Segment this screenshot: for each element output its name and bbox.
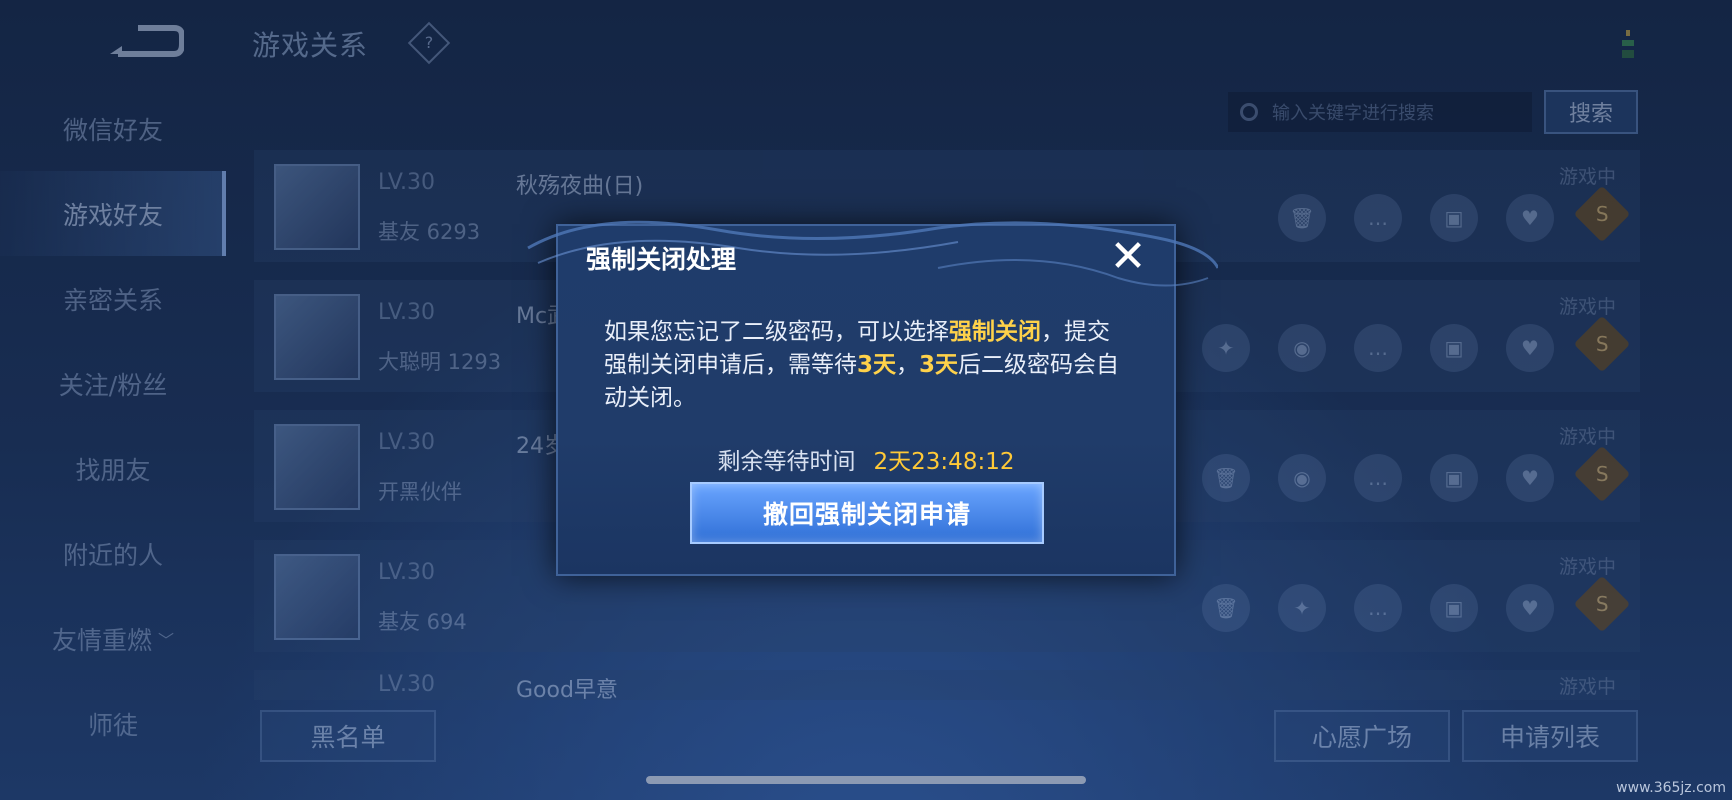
search-icon: [1240, 103, 1258, 121]
status-label: 游戏中: [1558, 426, 1616, 448]
row-actions: 🗑 … ▣ ♥ S: [1278, 185, 1631, 243]
status-label: 游戏中: [1558, 676, 1616, 698]
status-label: 游戏中: [1558, 556, 1616, 578]
card-icon[interactable]: ♥: [1506, 324, 1554, 372]
list-item[interactable]: LV.30 Good早意 游戏中: [254, 670, 1640, 700]
relation-label: 开黑伙伴: [378, 480, 462, 504]
sidebar-item-label: 友情重燃: [51, 625, 152, 655]
help-label: ?: [424, 33, 434, 52]
chat-icon[interactable]: …: [1354, 454, 1402, 502]
search-placeholder: 输入关键字进行搜索: [1272, 103, 1434, 124]
row-actions: 🗑 ◉ … ▣ ♥ S: [1202, 445, 1631, 503]
chat-icon[interactable]: …: [1354, 584, 1402, 632]
gift-icon[interactable]: ▣: [1430, 584, 1478, 632]
gift-icon[interactable]: ▣: [1430, 324, 1478, 372]
sidebar: 微信好友 游戏好友 亲密关系 关注/粉丝 找朋友 附近的人 友情重燃 ﹀ 师徒: [0, 86, 226, 776]
spectate-icon[interactable]: ◉: [1278, 454, 1326, 502]
message-text: 如果您忘记了二级密码，可以选择: [604, 319, 949, 345]
home-indicator[interactable]: [646, 776, 1086, 784]
watermark: www.365jz.com: [1616, 780, 1726, 796]
delete-icon[interactable]: 🗑: [1278, 194, 1326, 242]
spectate-icon[interactable]: ◉: [1278, 324, 1326, 372]
search-input[interactable]: 输入关键字进行搜索: [1228, 92, 1532, 132]
invite-icon[interactable]: ✦: [1202, 324, 1250, 372]
game-relations-screen: 游戏关系 ? 微信好友 游戏好友 亲密关系 关注/粉丝 找朋友 附近的人 友情重…: [0, 0, 1732, 800]
sidebar-item-nearby[interactable]: 附近的人: [0, 511, 226, 596]
level-label: LV.30: [378, 170, 436, 195]
sidebar-item-label: 游戏好友: [62, 200, 163, 230]
level-label: LV.30: [378, 430, 436, 455]
sidebar-item-find-friends[interactable]: 找朋友: [0, 426, 226, 511]
coin-icon[interactable]: S: [1573, 315, 1631, 373]
avatar: [274, 554, 360, 640]
sidebar-item-mentor[interactable]: 师徒: [0, 681, 226, 766]
wait-label: 剩余等待时间: [717, 449, 856, 475]
sidebar-item-label: 微信好友: [62, 115, 163, 145]
invite-icon[interactable]: ✦: [1278, 584, 1326, 632]
signal-icon: [1622, 30, 1634, 58]
help-icon[interactable]: ?: [407, 21, 451, 65]
revoke-request-button[interactable]: 撤回强制关闭申请: [690, 482, 1044, 544]
dialog-message: 如果您忘记了二级密码，可以选择强制关闭，提交强制关闭申请后，需等待3天，3天后二…: [604, 316, 1124, 415]
sidebar-item-wechat-friends[interactable]: 微信好友: [0, 86, 226, 171]
chat-icon[interactable]: …: [1354, 194, 1402, 242]
status-label: 游戏中: [1558, 166, 1616, 188]
avatar: [274, 164, 360, 250]
force-close-dialog: 强制关闭处理 ✕ 如果您忘记了二级密码，可以选择强制关闭，提交强制关闭申请后，需…: [527, 220, 1218, 576]
row-actions: 🗑 ✦ … ▣ ♥ S: [1202, 575, 1631, 633]
back-icon[interactable]: [108, 24, 184, 58]
sidebar-item-game-friends[interactable]: 游戏好友: [0, 171, 226, 256]
delete-icon[interactable]: 🗑: [1202, 584, 1250, 632]
level-label: LV.30: [378, 300, 436, 325]
coin-icon[interactable]: S: [1573, 445, 1631, 503]
coin-icon[interactable]: S: [1573, 185, 1631, 243]
card-icon[interactable]: ♥: [1506, 454, 1554, 502]
message-highlight: 3天: [857, 352, 897, 378]
sidebar-item-follow-fans[interactable]: 关注/粉丝: [0, 341, 226, 426]
message-highlight: 强制关闭: [949, 319, 1041, 345]
wish-square-button[interactable]: 心愿广场: [1274, 710, 1450, 762]
level-label: LV.30: [378, 560, 436, 585]
chevron-down-icon: ﹀: [158, 630, 175, 650]
chat-icon[interactable]: …: [1354, 324, 1402, 372]
avatar: [274, 424, 360, 510]
status-label: 游戏中: [1558, 296, 1616, 318]
player-name: 秋殇夜曲(日): [516, 174, 644, 199]
sidebar-item-label: 附近的人: [62, 540, 163, 570]
sidebar-item-rekindle[interactable]: 友情重燃 ﹀: [0, 596, 226, 681]
card-icon[interactable]: ♥: [1506, 194, 1554, 242]
player-name: Good早意: [516, 678, 618, 700]
relation-label: 大聪明 1293: [378, 350, 502, 374]
delete-icon[interactable]: 🗑: [1202, 454, 1250, 502]
sidebar-item-intimate[interactable]: 亲密关系: [0, 256, 226, 341]
card-icon[interactable]: ♥: [1506, 584, 1554, 632]
sidebar-item-label: 亲密关系: [62, 285, 163, 315]
sidebar-item-label: 关注/粉丝: [58, 370, 168, 400]
relation-label: 基友 694: [378, 610, 467, 634]
wait-countdown: 剩余等待时间 2天23:48:12: [558, 442, 1174, 476]
close-icon[interactable]: ✕: [1104, 231, 1152, 282]
gift-icon[interactable]: ▣: [1430, 454, 1478, 502]
coin-icon[interactable]: S: [1573, 575, 1631, 633]
row-actions: ✦ ◉ … ▣ ♥ S: [1202, 315, 1631, 373]
sidebar-item-label: 找朋友: [75, 455, 151, 485]
level-label: LV.30: [378, 672, 436, 697]
relation-label: 基友 6293: [378, 220, 481, 244]
sidebar-item-label: 师徒: [87, 710, 138, 740]
wait-time: 2天23:48:12: [873, 449, 1015, 475]
dialog-title: 强制关闭处理: [586, 245, 737, 274]
search-button[interactable]: 搜索: [1544, 90, 1638, 134]
avatar: [274, 294, 360, 380]
blacklist-button[interactable]: 黑名单: [260, 710, 436, 762]
request-list-button[interactable]: 申请列表: [1462, 710, 1638, 762]
message-text: ，: [896, 352, 920, 378]
gift-icon[interactable]: ▣: [1430, 194, 1478, 242]
page-title: 游戏关系: [252, 29, 369, 62]
message-highlight: 3天: [919, 352, 959, 378]
